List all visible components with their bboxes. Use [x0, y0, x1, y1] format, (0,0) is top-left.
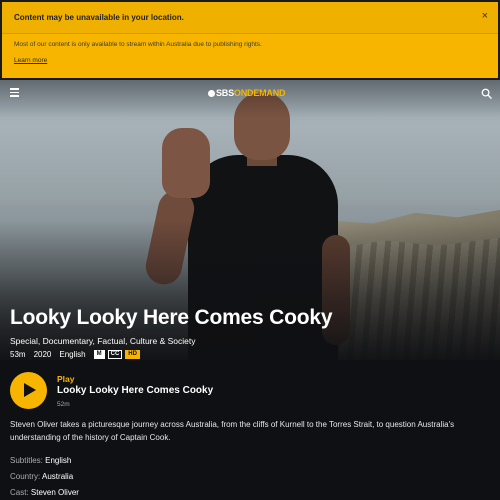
rating-badge: M — [93, 349, 105, 359]
program-title: Looky Looky Here Comes Cooky — [10, 306, 333, 329]
learn-more-link[interactable]: Learn more — [14, 57, 47, 64]
subtitles-label: Subtitles: — [10, 456, 43, 465]
program-description: Steven Oliver takes a picturesque journe… — [10, 420, 455, 442]
search-icon[interactable] — [481, 88, 492, 99]
close-icon[interactable]: × — [482, 10, 488, 22]
hero-person-hand — [162, 128, 210, 198]
play-icon — [24, 383, 36, 397]
play-label[interactable]: Play — [57, 374, 75, 384]
logo-sbs-text: SBS — [216, 88, 234, 98]
logo-demand-text: DEMAND — [247, 88, 286, 98]
geo-alert-banner: Content may be unavailable in your locat… — [0, 0, 500, 80]
cast-value[interactable]: Steven Oliver — [31, 488, 79, 497]
play-episode-duration: 52m — [57, 401, 70, 408]
sbs-logo-mark — [208, 89, 215, 97]
program-genres: Special, Documentary, Factual, Culture &… — [10, 336, 196, 346]
hamburger-icon[interactable] — [10, 88, 20, 97]
cast-row: Cast: Steven Oliver — [10, 488, 79, 497]
hero-top-shade — [0, 78, 500, 118]
sbs-on-demand-logo[interactable]: SBSONDEMAND — [208, 88, 286, 98]
alert-title: Content may be unavailable in your locat… — [14, 13, 184, 22]
country-row: Country: Australia — [10, 472, 73, 481]
program-meta: 53m 2020 English M CC HD — [10, 349, 143, 359]
cc-badge: CC — [107, 349, 123, 359]
subtitles-row: Subtitles: English — [10, 456, 71, 465]
country-label: Country: — [10, 472, 41, 481]
program-duration: 53m — [10, 349, 26, 359]
logo-on-text: ON — [233, 88, 248, 98]
play-episode-title: Looky Looky Here Comes Cooky — [57, 385, 214, 396]
subtitles-value: English — [45, 456, 72, 465]
program-language: English — [59, 349, 86, 359]
program-year: 2020 — [33, 349, 52, 359]
country-value: Australia — [42, 472, 74, 481]
cast-label: Cast: — [10, 488, 29, 497]
app-root: Content may be unavailable in your locat… — [0, 0, 500, 500]
play-button[interactable] — [10, 372, 47, 409]
hd-badge: HD — [125, 349, 140, 359]
alert-message: Most of our content is only available to… — [14, 41, 262, 48]
alert-header: Content may be unavailable in your locat… — [2, 2, 498, 34]
